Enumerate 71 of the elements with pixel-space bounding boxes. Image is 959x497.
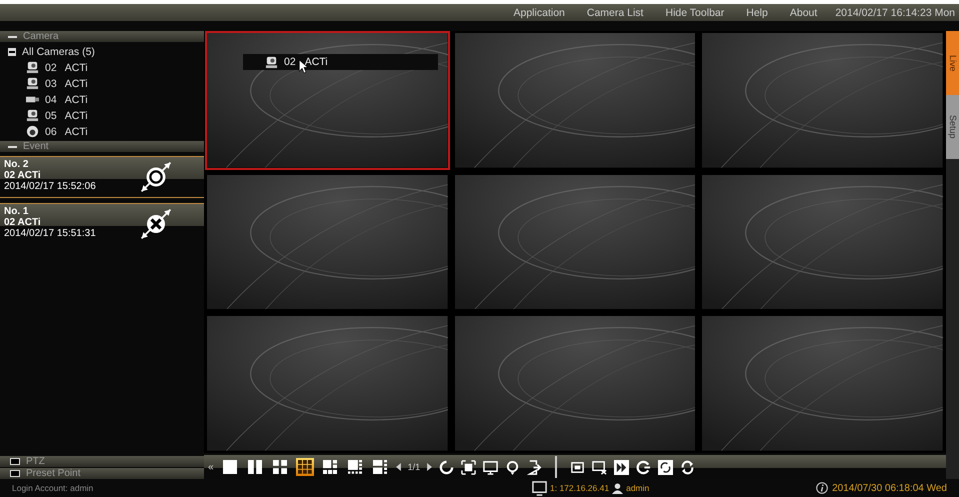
camera-icon: [26, 109, 39, 122]
snapshot-icon[interactable]: [570, 460, 586, 474]
layout-button[interactable]: [296, 458, 314, 476]
collapse-button[interactable]: «: [208, 462, 214, 472]
event-number: No. 2: [4, 159, 30, 170]
dome-camera-icon: [26, 125, 39, 138]
panel-header[interactable]: Event: [0, 141, 204, 152]
video-tile[interactable]: [700, 172, 945, 312]
event-time: 2014/02/17 15:52:06: [4, 181, 97, 192]
close-view-icon[interactable]: [592, 460, 608, 474]
layout-button[interactable]: [370, 458, 389, 476]
next-page-icon[interactable]: [427, 463, 432, 471]
exit-icon[interactable]: [527, 460, 542, 474]
server-address: 1: 172.16.26.41: [550, 483, 610, 493]
menu-item[interactable]: Help: [746, 6, 768, 18]
event-camera: 02 ACTi: [4, 217, 42, 228]
user-name: admin: [626, 483, 650, 493]
layout-button[interactable]: [320, 458, 339, 476]
info-icon: [816, 482, 828, 494]
connected-icon: [138, 159, 174, 195]
disconnected-icon: [138, 206, 174, 242]
collapse-icon[interactable]: [8, 48, 16, 56]
panel-header[interactable]: Camera: [0, 31, 204, 42]
video-tile[interactable]: [205, 314, 450, 453]
menu-item[interactable]: Application: [514, 6, 565, 18]
video-tile[interactable]: [700, 31, 945, 170]
login-account-text: Login Account: admin: [11, 483, 94, 493]
panel-header[interactable]: Preset Point: [0, 468, 204, 479]
camera-icon: [26, 77, 39, 90]
cycle-icon[interactable]: [680, 460, 696, 474]
side-tab[interactable]: Live: [946, 31, 959, 95]
camera-item[interactable]: 05 ACTi: [8, 109, 204, 122]
event-time: 2014/02/17 15:51:31: [4, 228, 97, 239]
layout-button[interactable]: [346, 458, 364, 476]
camera-item[interactable]: 06 ACTi: [8, 125, 204, 138]
fullscreen-icon[interactable]: [461, 460, 476, 474]
menu-item[interactable]: Hide Toolbar: [665, 6, 724, 18]
camera-item[interactable]: 02 ACTi: [8, 61, 204, 74]
camera-icon: [26, 61, 39, 74]
camera-item[interactable]: 04 ACTi: [8, 93, 204, 106]
tree-item[interactable]: All Cameras (5): [8, 45, 204, 58]
clock-text: 2014/02/17 16:14:23 Mon: [835, 6, 955, 18]
video-tile[interactable]: [452, 172, 698, 312]
event-number: No. 1: [4, 206, 30, 217]
camera-item[interactable]: 03 ACTi: [8, 77, 204, 90]
camera-icon: [265, 56, 278, 68]
forward-icon[interactable]: [614, 460, 630, 474]
refresh-icon[interactable]: [439, 460, 454, 474]
layout-button[interactable]: [220, 458, 239, 476]
user-icon: [612, 482, 624, 494]
video-tile[interactable]: [452, 31, 698, 170]
event-item[interactable]: No. 2 02 ACTi 2014/02/17 15:52:06: [0, 156, 204, 198]
reload-icon[interactable]: [636, 460, 652, 474]
video-tile[interactable]: [205, 172, 450, 312]
menu-item[interactable]: Camera List: [586, 6, 644, 18]
monitor-icon[interactable]: [483, 460, 498, 474]
sync-icon[interactable]: [658, 460, 674, 474]
monitor-icon: [532, 480, 547, 496]
layout-button[interactable]: [270, 458, 289, 476]
previous-page-icon[interactable]: [396, 463, 401, 471]
camera-label: 02 ACTi: [243, 54, 438, 70]
status-time: 2014/07/30 06:18:04 Wed: [832, 482, 947, 494]
side-tab[interactable]: Setup: [946, 95, 959, 159]
panel-header[interactable]: PTZ: [0, 456, 204, 467]
layout-button[interactable]: [246, 458, 264, 476]
menu-item[interactable]: About: [790, 6, 818, 18]
page-indicator: 1/1: [408, 462, 420, 472]
video-tile[interactable]: [452, 314, 698, 453]
event-camera: 02 ACTi: [4, 170, 42, 181]
video-tile[interactable]: 02 ACTi: [205, 31, 450, 170]
video-tile[interactable]: [700, 314, 945, 453]
